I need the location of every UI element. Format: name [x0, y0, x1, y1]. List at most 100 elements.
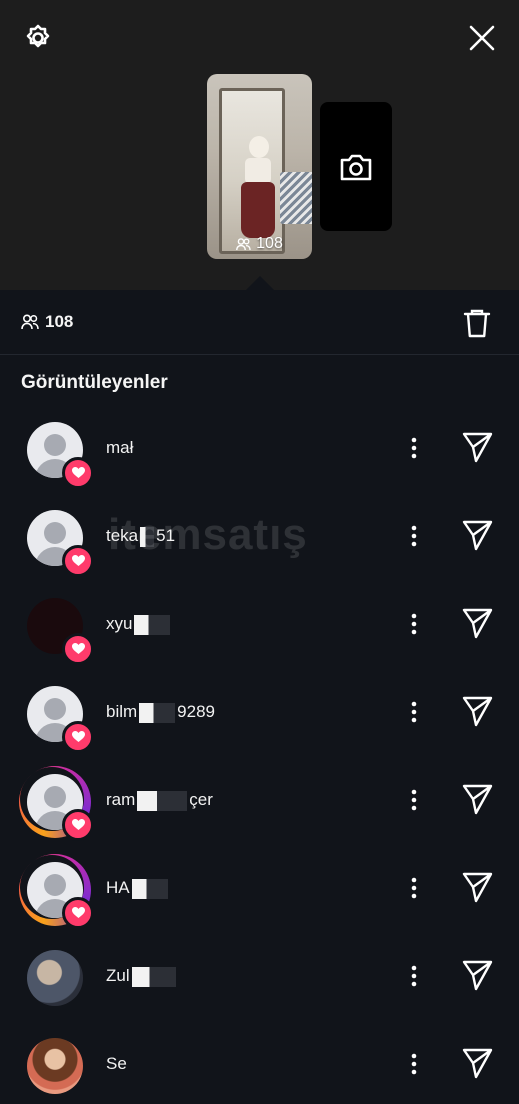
viewer-avatar[interactable]: [22, 681, 94, 753]
viewers-section-title: Görüntüleyenler: [21, 372, 168, 393]
viewer-row[interactable]: Se: [0, 1024, 519, 1104]
more-vertical-icon: [411, 525, 417, 547]
redaction-block: [131, 966, 176, 987]
viewer-username[interactable]: HA: [106, 878, 170, 899]
more-options-button[interactable]: [404, 434, 424, 462]
viewer-username[interactable]: teka 51: [106, 526, 175, 547]
viewer-avatar[interactable]: [22, 505, 94, 577]
more-vertical-icon: [411, 965, 417, 987]
avatar-placeholder-head: [44, 874, 66, 896]
story-image-bed: [280, 172, 312, 224]
viewer-row[interactable]: bilm 9289: [0, 672, 519, 753]
heart-icon: [71, 819, 85, 830]
send-message-button[interactable]: [458, 868, 496, 906]
settings-button[interactable]: [18, 18, 58, 58]
more-options-button[interactable]: [404, 698, 424, 726]
redaction-block: [134, 614, 171, 635]
add-story-button[interactable]: [320, 102, 392, 231]
viewers-summary-bar: 108: [0, 292, 519, 355]
send-message-button[interactable]: [458, 428, 496, 466]
redaction-block: [139, 702, 176, 723]
viewer-row[interactable]: teka 51: [0, 496, 519, 577]
more-options-button[interactable]: [404, 874, 424, 902]
redaction-block: [137, 790, 188, 811]
viewer-count: 108: [21, 312, 73, 332]
more-options-button[interactable]: [404, 786, 424, 814]
viewer-avatar[interactable]: [22, 1033, 88, 1099]
username-visible-start: Se: [106, 1054, 127, 1073]
more-options-button[interactable]: [404, 1050, 424, 1078]
redaction-block: [140, 526, 155, 547]
viewer-count-value: 108: [45, 312, 74, 331]
viewer-avatar[interactable]: [22, 945, 88, 1011]
story-thumbnail[interactable]: 108: [207, 74, 312, 259]
selected-story-pointer: [246, 276, 274, 290]
people-icon: [21, 314, 39, 330]
story-preview-area: 108: [0, 0, 519, 290]
more-vertical-icon: [411, 877, 417, 899]
heart-icon: [71, 555, 85, 566]
viewer-avatar[interactable]: [19, 854, 94, 929]
send-message-button[interactable]: [458, 516, 496, 554]
story-image-person-pants: [241, 182, 275, 238]
username-visible-start: HA: [106, 878, 130, 897]
viewer-username[interactable]: bilm 9289: [106, 702, 215, 723]
liked-heart-badge: [62, 545, 94, 577]
paper-plane-icon: [462, 960, 493, 991]
story-image-person-top: [245, 158, 271, 184]
paper-plane-icon: [462, 608, 493, 639]
username-visible-start: teka: [106, 526, 139, 545]
avatar: [27, 950, 83, 1006]
camera-icon: [340, 154, 372, 180]
send-message-button[interactable]: [458, 956, 496, 994]
story-views-badge: 108: [207, 235, 312, 253]
viewer-username[interactable]: ram çer: [106, 790, 213, 811]
more-vertical-icon: [411, 613, 417, 635]
liked-heart-badge: [62, 633, 94, 665]
viewer-row[interactable]: ram çer: [0, 760, 519, 841]
heart-icon: [71, 467, 85, 478]
story-views-count: 108: [256, 235, 283, 252]
delete-story-button[interactable]: [460, 306, 494, 340]
send-message-button[interactable]: [458, 1044, 496, 1082]
people-icon: [236, 237, 251, 250]
more-options-button[interactable]: [404, 522, 424, 550]
viewer-avatar[interactable]: [22, 417, 94, 489]
username-visible-start: xyu: [106, 614, 133, 633]
avatar: [27, 1038, 83, 1094]
paper-plane-icon: [462, 520, 493, 551]
story-image-person: [249, 136, 269, 158]
liked-heart-badge: [62, 897, 94, 929]
redaction-block: [131, 878, 168, 899]
avatar-placeholder-head: [44, 522, 66, 544]
paper-plane-icon: [462, 1048, 493, 1079]
viewer-username[interactable]: Se: [106, 1054, 127, 1074]
username-visible-end: çer: [189, 790, 213, 809]
more-vertical-icon: [411, 701, 417, 723]
trash-icon: [463, 309, 491, 338]
close-icon: [469, 25, 495, 51]
username-visible-start: mał: [106, 438, 134, 457]
viewer-avatar[interactable]: [19, 766, 94, 841]
viewer-row[interactable]: xyu: [0, 584, 519, 665]
viewer-username[interactable]: xyu: [106, 614, 172, 635]
more-options-button[interactable]: [404, 610, 424, 638]
heart-icon: [71, 643, 85, 654]
send-message-button[interactable]: [458, 692, 496, 730]
viewer-row[interactable]: HA: [0, 848, 519, 929]
heart-icon: [71, 731, 85, 742]
viewer-row[interactable]: mał: [0, 408, 519, 489]
avatar-placeholder-head: [44, 698, 66, 720]
username-visible-start: Zul: [106, 966, 130, 985]
viewer-username[interactable]: Zul: [106, 966, 178, 987]
more-vertical-icon: [411, 437, 417, 459]
send-message-button[interactable]: [458, 780, 496, 818]
viewer-avatar[interactable]: [22, 593, 94, 665]
paper-plane-icon: [462, 432, 493, 463]
username-visible-start: ram: [106, 790, 136, 809]
close-button[interactable]: [462, 18, 502, 58]
viewer-row[interactable]: Zul: [0, 936, 519, 1016]
more-options-button[interactable]: [404, 962, 424, 990]
send-message-button[interactable]: [458, 604, 496, 642]
viewer-username[interactable]: mał: [106, 438, 133, 458]
